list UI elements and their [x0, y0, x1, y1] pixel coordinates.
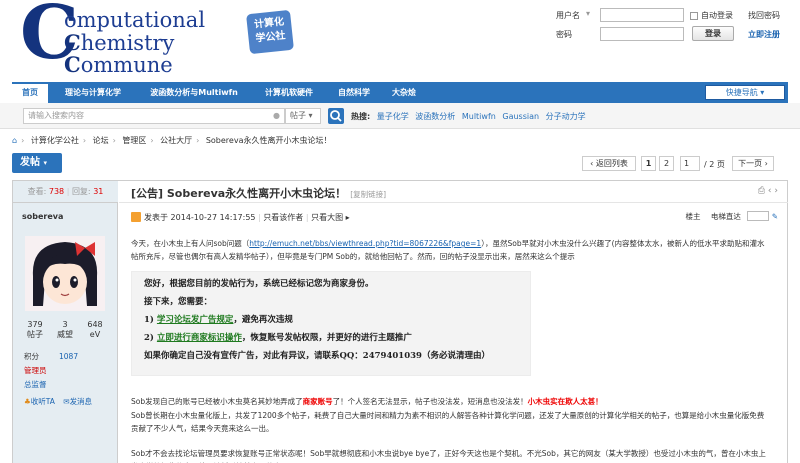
- breadcrumb-item[interactable]: 计算化学公社: [31, 136, 79, 145]
- follow-button[interactable]: ♣收听TA: [24, 397, 55, 406]
- site-header: C omputational Chemistry Commune 计算化 学公社…: [0, 0, 800, 80]
- hot-item[interactable]: 波函数分析: [415, 112, 455, 121]
- auto-login-checkbox[interactable]: [690, 12, 698, 20]
- hot-item[interactable]: Multiwfn: [462, 112, 496, 121]
- author-actions: ♣收听TA ✉发消息: [24, 396, 92, 407]
- post-paragraph-3: Sob曾长期在小木虫量化版上，共发了1200多个帖子，耗费了自己大量时间和精力为…: [131, 411, 765, 433]
- hot-item[interactable]: 分子动力学: [546, 112, 586, 121]
- login-box: 用户名 ▾ 自动登录 找回密码 密码 登录 立即注册: [556, 8, 796, 44]
- online-status-icon: [131, 212, 141, 222]
- notice-line-4: 2) 立即进行商家标识操作，恢复账号发帖权限，并更好的进行主题推广: [144, 333, 412, 343]
- site-logo[interactable]: C omputational Chemistry Commune 计算化 学公社: [20, 0, 294, 77]
- follow-icon: ♣: [24, 397, 31, 406]
- search-type-select[interactable]: 帖子 ▾: [285, 108, 321, 124]
- copy-link[interactable]: [复制链接]: [350, 190, 386, 199]
- only-author-link[interactable]: 只看该作者: [263, 213, 303, 222]
- post-paragraph-4: Sob才不会去找论坛管理员要求恢复账号正常状态呢！Sob早就想彻底和小木虫说by…: [131, 449, 766, 463]
- post-link[interactable]: http://emuch.net/bbs/viewthread.php?tid=…: [249, 239, 481, 248]
- breadcrumb-current: Sobereva永久性离开小木虫论坛！: [205, 136, 332, 145]
- wrench-icon[interactable]: ✎: [772, 212, 778, 221]
- post-meta-row: 发表于 2014-10-27 14:17:55 | 只看该作者 | 只看大图 ▸…: [119, 209, 788, 225]
- nav-misc[interactable]: 大杂烩: [382, 82, 426, 103]
- password-input[interactable]: [600, 27, 684, 41]
- logo-badge: 计算化 学公社: [246, 9, 294, 55]
- page-jump-input[interactable]: 1: [680, 156, 700, 171]
- print-share-icons[interactable]: ⎙ ‹ ›: [758, 186, 778, 196]
- chevron-down-icon[interactable]: ▾: [586, 9, 590, 18]
- thread-title: [公告] Sobereva永久性离开小木虫论坛！ [复制链接]: [131, 187, 387, 200]
- hot-label: 热搜:: [351, 112, 371, 121]
- author-points: 积分 1087: [24, 352, 79, 361]
- hot-item[interactable]: 量子化学: [377, 112, 409, 121]
- message-button[interactable]: ✉发消息: [63, 397, 92, 406]
- author-role-2[interactable]: 总监督: [24, 379, 47, 390]
- auto-login-label: 自动登录: [701, 11, 733, 20]
- page-2-button[interactable]: 2: [659, 156, 674, 171]
- merchant-notice: 您好，根据您目前的发帖行为，系统已经标记您为商家身份。 接下来，您需要： 1) …: [131, 271, 531, 376]
- author-stat[interactable]: 379 帖子: [24, 320, 46, 340]
- quick-nav-button[interactable]: 快捷导航 ▾: [705, 85, 785, 100]
- title-row: [公告] Sobereva永久性离开小木虫论坛！ [复制链接] ⎙ ‹ ›: [119, 181, 788, 203]
- hot-searches: 热搜: 量子化学 波函数分析 Multiwfn Gaussian 分子动力学: [351, 111, 586, 122]
- page-1-button[interactable]: 1: [641, 156, 656, 171]
- notice-line-5: 如果你确定自己没有宣传广告，对此有异议，请联系QQ：2479401039（务必说…: [144, 351, 490, 361]
- author-name[interactable]: sobereva: [22, 212, 63, 221]
- next-page-button[interactable]: 下一页 ›: [732, 156, 774, 171]
- floor-label: 楼主: [685, 212, 701, 221]
- merchant-mark-link[interactable]: 立即进行商家标识操作: [157, 333, 242, 343]
- search-bar: 请输入搜索内容 ● 帖子 ▾ 热搜: 量子化学 波函数分析 Multiwfn G…: [0, 103, 800, 129]
- page-total: / 2 页: [704, 160, 725, 169]
- post-meta: 发表于 2014-10-27 14:17:55 | 只看该作者 | 只看大图 ▸: [131, 212, 350, 223]
- author-stats: 379 帖子 3 威望 648 eV: [24, 320, 114, 344]
- post-meta-right: 楼主 电梯直达 ✎: [686, 211, 778, 222]
- thread-stats: 查看: 738 | 回复: 31: [13, 181, 118, 203]
- avatar[interactable]: [25, 236, 105, 311]
- search-button[interactable]: [328, 108, 344, 124]
- hot-item[interactable]: Gaussian: [502, 112, 539, 121]
- register-link[interactable]: 立即注册: [748, 29, 780, 40]
- nav-science[interactable]: 自然科学: [328, 82, 380, 103]
- nav-software[interactable]: 计算机软硬件: [254, 82, 324, 103]
- username-label: 用户名: [556, 11, 580, 20]
- elevator-input[interactable]: [747, 211, 770, 221]
- password-label: 密码: [556, 30, 572, 39]
- post-button[interactable]: 发帖 ▾: [12, 153, 62, 173]
- notice-line-2: 接下来，您需要：: [144, 297, 213, 307]
- search-input[interactable]: 请输入搜索内容 ●: [23, 108, 285, 124]
- home-icon[interactable]: ⌂: [12, 136, 17, 145]
- breadcrumb-item[interactable]: 公社大厅: [160, 136, 192, 145]
- search-icon: [330, 110, 342, 122]
- logo-line-computational: omputational: [64, 8, 206, 32]
- notice-line-3: 1) 学习论坛发广告规定，避免再次违规: [144, 315, 293, 325]
- breadcrumb-item[interactable]: 管理区: [122, 136, 146, 145]
- nav-multiwfn[interactable]: 波函数分析与Multiwfn: [138, 82, 250, 103]
- author-stat[interactable]: 648 eV: [84, 320, 106, 340]
- post-container: 查看: 738 | 回复: 31 sobereva [公告] Sobereva永…: [12, 180, 788, 463]
- forgot-password-link[interactable]: 找回密码: [748, 10, 780, 21]
- post-paragraph-1: 今天，在小木虫上有人问sob问题（http://emuch.net/bbs/vi…: [131, 239, 765, 261]
- nav-home[interactable]: 首页: [12, 82, 48, 103]
- breadcrumb: ⌂ › 计算化学公社 › 论坛 › 管理区 › 公社大厅 › Sobereva永久性离开小…: [12, 136, 332, 145]
- login-button[interactable]: 登录: [692, 26, 734, 41]
- author-role[interactable]: 管理员: [24, 365, 47, 376]
- logo-line-commune: Commune: [64, 52, 173, 77]
- author-stat[interactable]: 3 威望: [54, 320, 76, 340]
- ad-rules-link[interactable]: 学习论坛发广告规定: [157, 315, 234, 325]
- microphone-icon[interactable]: ●: [273, 109, 280, 123]
- breadcrumb-item[interactable]: 论坛: [93, 136, 109, 145]
- main-nav: 首页 理论与计算化学 波函数分析与Multiwfn 计算机软硬件 自然科学 大杂…: [12, 82, 788, 103]
- back-to-list-button[interactable]: ‹ 返回列表: [582, 156, 636, 171]
- elevator-label: 电梯直达: [710, 212, 741, 221]
- post-datetime: 2014-10-27 14:17:55: [170, 213, 256, 222]
- notice-line-1: 您好，根据您目前的发帖行为，系统已经标记您为商家身份。: [144, 279, 374, 289]
- username-input[interactable]: [600, 8, 684, 22]
- only-big-images-link[interactable]: 只看大图: [311, 213, 343, 222]
- post-paragraph-2: Sob发现自己的账号已经被小木虫莫名其妙地弄成了商家账号了！个人签名无法显示，帖…: [131, 397, 603, 406]
- nav-theory[interactable]: 理论与计算化学: [52, 82, 134, 103]
